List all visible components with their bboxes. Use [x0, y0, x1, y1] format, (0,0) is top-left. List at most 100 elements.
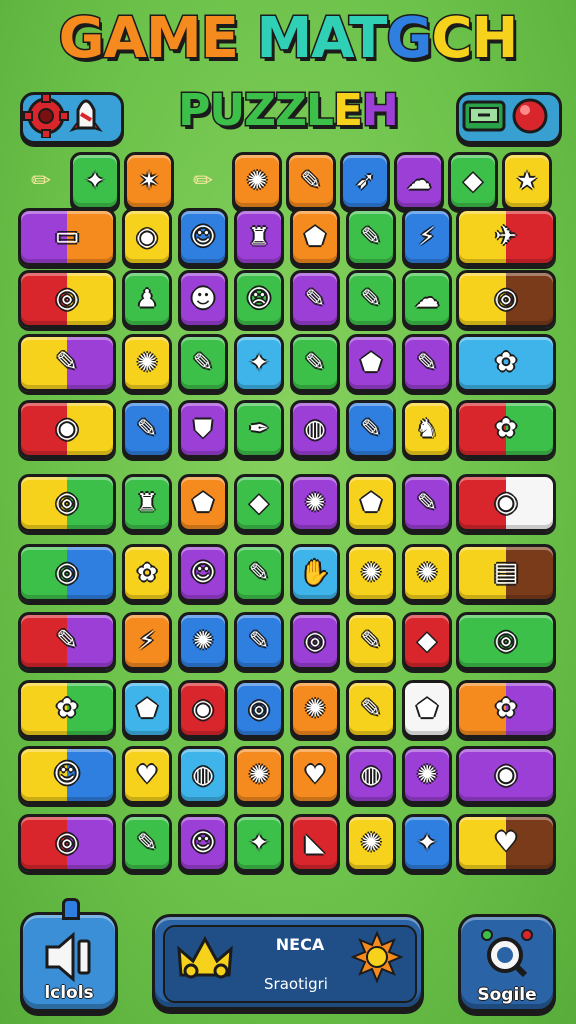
game-tile[interactable]: ☻ [178, 270, 228, 328]
game-tile[interactable]: ◉ [122, 208, 172, 266]
game-tile[interactable]: ◣ [290, 814, 340, 872]
game-tile[interactable]: ◆ [448, 152, 498, 210]
game-tile[interactable]: ▤ [456, 544, 556, 602]
game-tile[interactable]: ⬟ [122, 680, 172, 738]
console-icon [462, 98, 548, 134]
tile-icon: ◉ [494, 759, 518, 790]
game-tile[interactable]: ✒ [234, 400, 284, 458]
game-tile[interactable]: ✎ [18, 334, 116, 392]
game-tile[interactable]: ◎ [456, 270, 556, 328]
tile-icon: ◣ [305, 828, 325, 857]
game-tile[interactable]: ✎ [346, 400, 396, 458]
game-tile[interactable]: ✺ [234, 746, 284, 804]
game-tile[interactable]: ✺ [346, 814, 396, 872]
game-tile[interactable]: ◎ [290, 612, 340, 670]
game-tile[interactable]: ✎ [234, 612, 284, 670]
game-tile[interactable]: ☺ [178, 814, 228, 872]
game-tile[interactable]: ⬟ [290, 208, 340, 266]
tile-icon: ☺ [53, 759, 81, 790]
game-tile[interactable]: ✎ [346, 270, 396, 328]
game-tile[interactable]: ✦ [234, 814, 284, 872]
game-tile[interactable]: ✎ [346, 680, 396, 738]
game-tile[interactable]: ⬟ [402, 680, 452, 738]
game-tile[interactable]: ⚡ [402, 208, 452, 266]
game-tile[interactable]: ✋ [290, 544, 340, 602]
game-tile[interactable]: ✎ [402, 334, 452, 392]
game-tile[interactable]: ➶ [340, 152, 390, 210]
game-tile[interactable]: ✦ [234, 334, 284, 392]
game-tile[interactable]: ✏ [16, 152, 66, 210]
game-tile[interactable]: ✎ [178, 334, 228, 392]
game-tile[interactable]: ☺ [178, 208, 228, 266]
game-tile[interactable]: ★ [502, 152, 552, 210]
game-tile[interactable]: ☁ [402, 270, 452, 328]
game-tile[interactable]: ♥ [122, 746, 172, 804]
game-tile[interactable]: ✺ [122, 334, 172, 392]
game-tile[interactable]: ✺ [232, 152, 282, 210]
game-tile[interactable]: ⬟ [346, 334, 396, 392]
game-tile[interactable]: ⚡ [122, 612, 172, 670]
game-tile[interactable]: ◎ [18, 544, 116, 602]
game-tile[interactable]: ◍ [178, 746, 228, 804]
sound-button[interactable]: lclols [20, 912, 118, 1012]
game-tile[interactable]: ✈ [456, 208, 556, 266]
game-tile[interactable]: ♜ [122, 474, 172, 532]
settings-button[interactable] [20, 92, 124, 144]
game-tile[interactable]: ✎ [18, 612, 116, 670]
search-button[interactable]: Sogile [458, 914, 556, 1012]
game-tile[interactable]: ✎ [402, 474, 452, 532]
game-tile[interactable]: ◎ [234, 680, 284, 738]
game-tile[interactable]: ♜ [234, 208, 284, 266]
game-tile[interactable]: ✿ [122, 544, 172, 602]
game-tile[interactable]: ✦ [70, 152, 120, 210]
game-tile[interactable]: ☹ [234, 270, 284, 328]
game-tile[interactable]: ◎ [18, 474, 116, 532]
game-tile[interactable]: ✦ [402, 814, 452, 872]
game-tile[interactable]: ✿ [456, 334, 556, 392]
game-tile[interactable]: ◉ [18, 400, 116, 458]
game-tile[interactable]: ♥ [456, 814, 556, 872]
game-tile[interactable]: ◉ [456, 746, 556, 804]
game-tile[interactable]: ✿ [456, 680, 556, 738]
game-tile[interactable]: ✏ [178, 152, 228, 210]
game-tile[interactable]: ◆ [234, 474, 284, 532]
game-tile[interactable]: ⛊ [178, 400, 228, 458]
game-tile[interactable]: ♟ [122, 270, 172, 328]
game-tile[interactable]: ✺ [290, 474, 340, 532]
game-tile[interactable]: ✿ [456, 400, 556, 458]
game-tile[interactable]: ⬟ [346, 474, 396, 532]
game-tile[interactable]: ◉ [178, 680, 228, 738]
game-tile[interactable]: ✎ [346, 612, 396, 670]
game-tile[interactable]: ✎ [290, 270, 340, 328]
game-tile[interactable]: ☺ [178, 544, 228, 602]
game-tile[interactable]: ✎ [290, 334, 340, 392]
game-tile[interactable]: ✺ [178, 612, 228, 670]
game-tile[interactable]: ☺ [18, 746, 116, 804]
game-tile[interactable]: ✺ [402, 746, 452, 804]
game-tile[interactable]: ◎ [456, 612, 556, 670]
game-tile[interactable]: ✺ [290, 680, 340, 738]
game-tile[interactable]: ◉ [456, 474, 556, 532]
game-tile[interactable]: ◎ [18, 814, 116, 872]
game-tile[interactable]: ♞ [402, 400, 452, 458]
tile-icon: ✶ [138, 166, 160, 195]
game-tile[interactable]: ◆ [402, 612, 452, 670]
game-tile[interactable]: ◍ [346, 746, 396, 804]
game-tile[interactable]: ✎ [122, 814, 172, 872]
game-tile[interactable]: ◎ [18, 270, 116, 328]
game-tile[interactable]: ✺ [402, 544, 452, 602]
game-tile[interactable]: ✎ [122, 400, 172, 458]
game-tile[interactable]: ✿ [18, 680, 116, 738]
game-tile[interactable]: ✺ [346, 544, 396, 602]
game-tile[interactable]: ✎ [346, 208, 396, 266]
game-tile[interactable]: ✎ [286, 152, 336, 210]
game-tile[interactable]: ☁ [394, 152, 444, 210]
game-tile[interactable]: ♥ [290, 746, 340, 804]
game-tile[interactable]: ◍ [290, 400, 340, 458]
console-button[interactable] [456, 92, 562, 144]
game-tile[interactable]: ✶ [124, 152, 174, 210]
game-tile[interactable]: ✎ [234, 544, 284, 602]
game-tile[interactable]: ▭ [18, 208, 116, 266]
game-tile[interactable]: ⬟ [178, 474, 228, 532]
tile-icon: ✒ [248, 414, 270, 443]
